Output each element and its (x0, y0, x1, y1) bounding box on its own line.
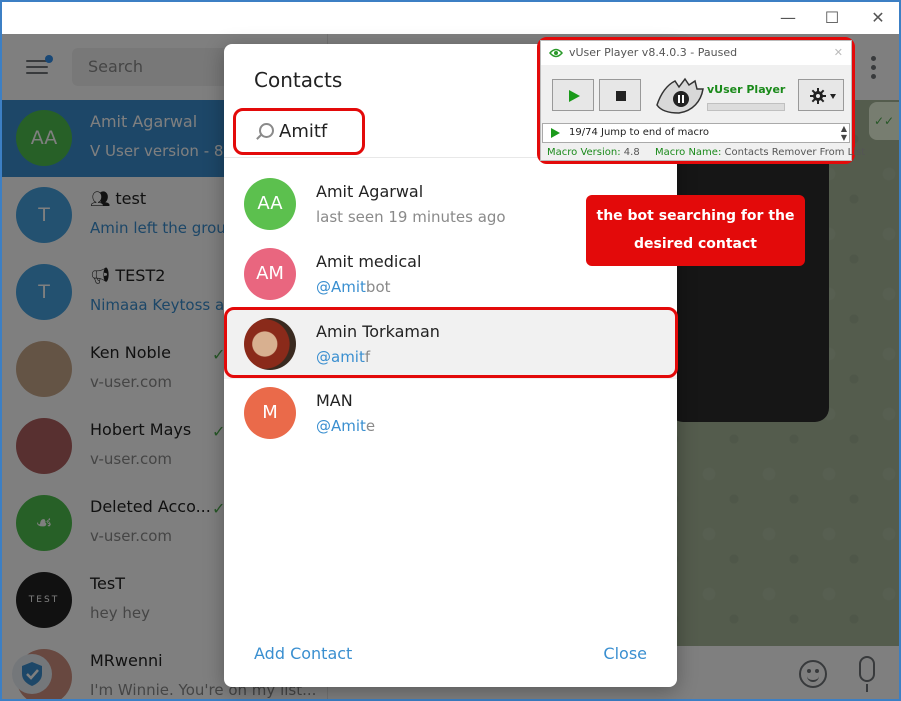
annotation-line-1: the bot searching for the (596, 208, 795, 224)
play-button[interactable] (552, 79, 594, 111)
title-bar: — ☐ ✕ (2, 2, 899, 34)
close-icon[interactable]: ✕ (834, 41, 843, 65)
contact-highlight-box (224, 307, 678, 378)
dialog-title: Contacts (254, 68, 343, 92)
vuser-logo-icon (549, 48, 563, 58)
avatar: AM (244, 248, 296, 300)
annotation-line-2: desired contact (634, 236, 757, 252)
add-contact-button[interactable]: Add Contact (254, 644, 352, 663)
contact-name: MAN (316, 391, 353, 410)
avatar: M (244, 387, 296, 439)
contact-username: @Amitbot (316, 278, 391, 296)
spinner-arrows-icon[interactable]: ▲ ▼ (841, 124, 847, 142)
macro-version: Macro Version: 4.8 (547, 147, 640, 158)
macro-progress-bar (707, 103, 785, 111)
player-title: vUser Player v8.4.0.3 - Paused (569, 46, 738, 59)
contact-item-man[interactable]: M MAN @Amite (224, 379, 677, 448)
player-title-bar: vUser Player v8.4.0.3 - Paused ✕ (541, 41, 851, 65)
player-brand: vUser Player (707, 83, 786, 96)
annotation-callout: the bot searching for the desired contac… (586, 195, 805, 266)
close-icon[interactable]: ✕ (868, 8, 888, 28)
play-icon (569, 90, 580, 102)
maximize-icon[interactable]: ☐ (822, 8, 842, 28)
avatar: AA (244, 178, 296, 230)
settings-button[interactable] (798, 79, 844, 111)
macro-step-select[interactable]: 19/74 Jump to end of macro ▲ ▼ (542, 123, 850, 143)
stop-icon (616, 91, 626, 101)
robot-hand-icon (656, 77, 704, 114)
macro-name: Macro Name: Contacts Remover From List (655, 147, 866, 158)
play-icon (551, 128, 560, 138)
macro-step-text: 19/74 Jump to end of macro (569, 127, 709, 138)
gear-icon (810, 88, 826, 104)
search-highlight-box (233, 108, 365, 155)
contact-status: last seen 19 minutes ago (316, 208, 506, 226)
minimize-icon[interactable]: — (778, 8, 798, 28)
contact-username: @Amite (316, 417, 376, 435)
contact-name: Amit medical (316, 252, 422, 271)
contact-name: Amit Agarwal (316, 182, 424, 201)
stop-button[interactable] (599, 79, 641, 111)
vuser-player-window: vUser Player v8.4.0.3 - Paused ✕ vUser P… (540, 40, 865, 161)
close-button[interactable]: Close (603, 644, 647, 663)
chevron-down-icon (830, 94, 836, 99)
